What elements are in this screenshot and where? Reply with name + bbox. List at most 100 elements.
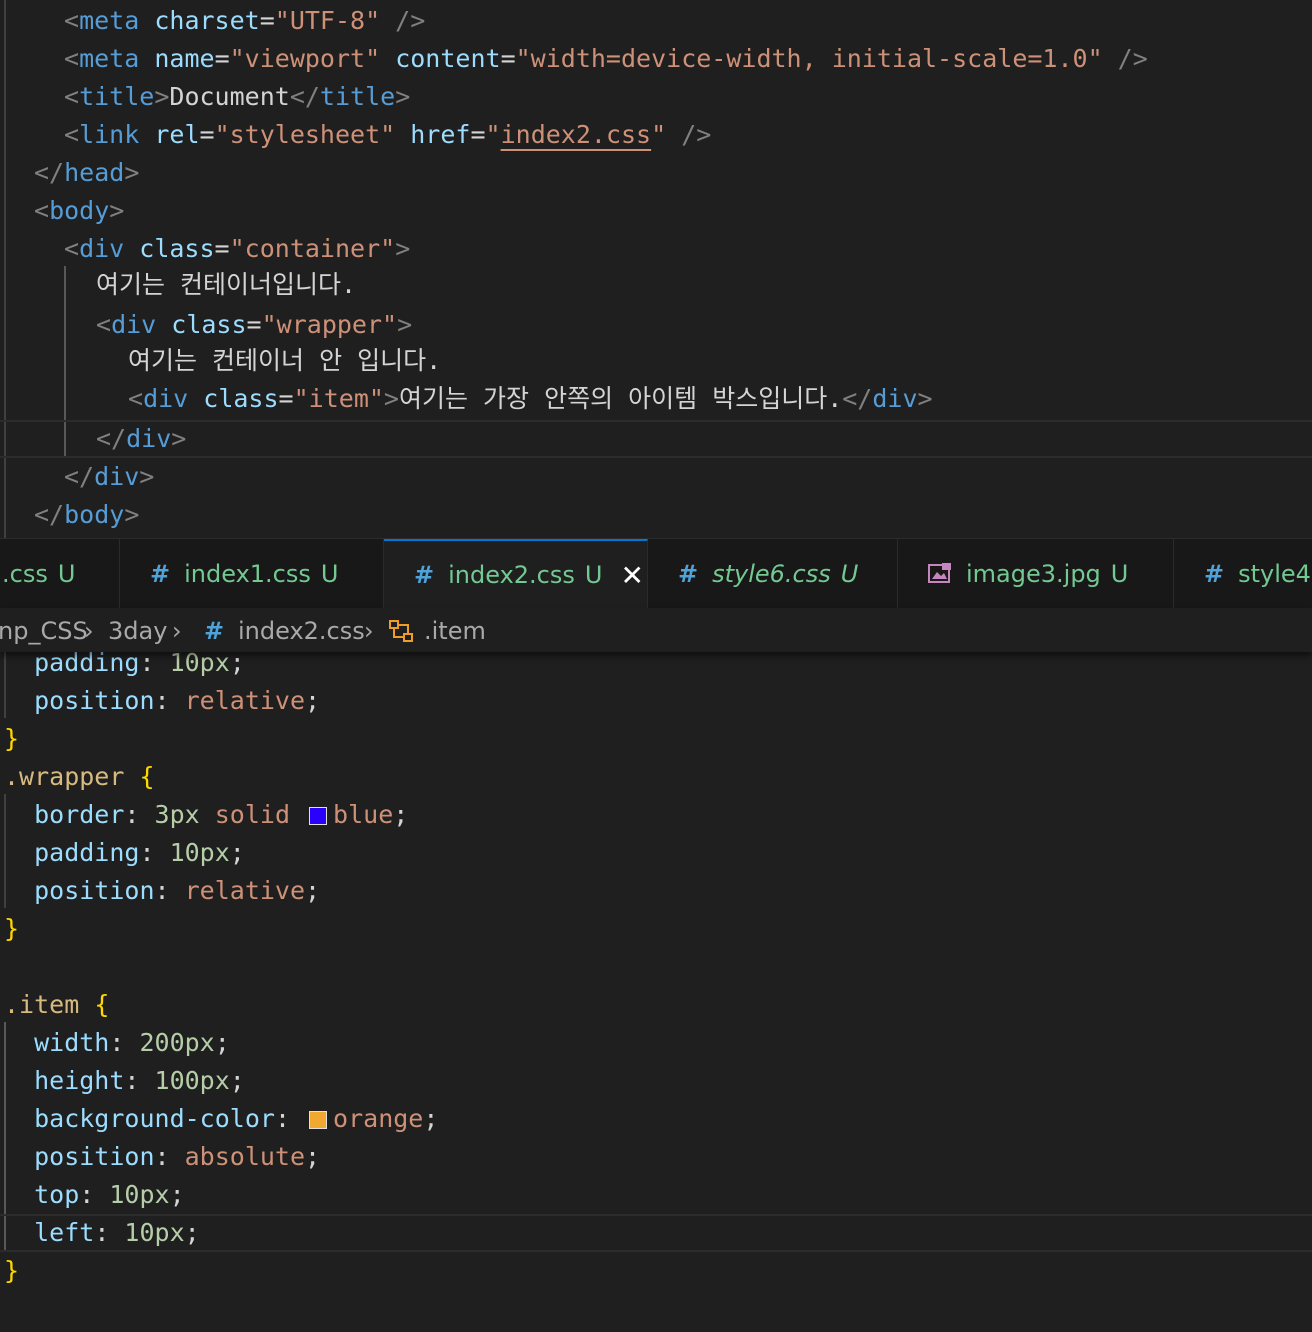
tab-style4-css[interactable]: # style4. [1174, 539, 1312, 608]
color-swatch[interactable] [309, 1111, 328, 1129]
code-token: = [214, 44, 230, 73]
code-token: padding [4, 652, 140, 677]
code-token: 10px [169, 838, 230, 867]
code-token: position [4, 876, 155, 905]
code-line[interactable]: </div> [0, 458, 1312, 496]
breadcrumb-file-index2-css[interactable]: index2.css [238, 608, 365, 654]
code-token: = [214, 234, 230, 263]
code-token: < [64, 82, 80, 111]
code-token: 여기는 컨테이너입니다. [96, 270, 357, 299]
code-token: : [274, 1104, 306, 1133]
code-token: </ [96, 424, 127, 453]
breadcrumb-symbol-item[interactable]: .item [424, 608, 486, 654]
code-line[interactable]: 여기는 컨테이너입니다. [0, 266, 1312, 304]
code-line[interactable]: padding: 10px; [0, 652, 1312, 682]
code-token: ; [229, 838, 245, 867]
code-token: < [96, 310, 112, 339]
code-line[interactable]: position: absolute; [0, 1138, 1312, 1176]
code-line[interactable]: position: relative; [0, 682, 1312, 720]
code-token: index2.css [500, 120, 652, 149]
color-swatch[interactable] [309, 807, 328, 825]
code-line[interactable]: <div class="container"> [0, 230, 1312, 268]
code-token: height [4, 1066, 125, 1095]
code-token: </ [64, 462, 95, 491]
code-token: title [79, 82, 155, 111]
breadcrumb-folder-3day[interactable]: 3day [108, 608, 167, 654]
tab-style6-css[interactable]: # style6.css U [648, 539, 898, 608]
tab-label: image3.jpg [966, 559, 1101, 588]
tab-partial-css[interactable]: .css U [0, 539, 120, 608]
code-line[interactable]: width: 200px; [0, 1024, 1312, 1062]
code-token: .wrapper [4, 762, 125, 791]
code-token: position [4, 1142, 155, 1171]
code-line[interactable]: } [0, 1252, 1312, 1290]
code-line[interactable]: </head> [0, 154, 1312, 192]
code-line[interactable]: <meta charset="UTF-8" /> [0, 2, 1312, 40]
code-token: position [4, 686, 155, 715]
code-token: name [154, 44, 215, 73]
code-token: ; [229, 652, 245, 677]
css-hash-icon: # [150, 559, 171, 588]
code-token: > [171, 424, 187, 453]
code-token: blue [333, 800, 394, 829]
code-token: Document [169, 82, 290, 111]
code-token: : [154, 686, 185, 715]
code-token: : [109, 1028, 140, 1057]
code-line[interactable]: left: 10px; [0, 1214, 1312, 1252]
code-token: > [139, 462, 155, 491]
code-token: } [4, 724, 20, 753]
code-token: ; [214, 1028, 230, 1057]
tab-index1-css[interactable]: # index1.css U [120, 539, 384, 608]
code-line[interactable]: top: 10px; [0, 1176, 1312, 1214]
untracked-badge: U [840, 559, 859, 588]
code-line[interactable]: </body> [0, 496, 1312, 534]
code-line[interactable]: <body> [0, 192, 1312, 230]
code-token: < [34, 196, 50, 225]
code-line[interactable]: } [0, 720, 1312, 758]
code-line[interactable]: <title>Document</title> [0, 78, 1312, 116]
code-line[interactable]: <div class="wrapper"> [0, 306, 1312, 344]
code-line[interactable]: padding: 10px; [0, 834, 1312, 872]
code-line[interactable]: } [0, 910, 1312, 948]
code-line[interactable]: <link rel="stylesheet" href="index2.css"… [0, 116, 1312, 154]
code-line[interactable]: height: 100px; [0, 1062, 1312, 1100]
code-token: href [410, 120, 471, 149]
html-editor-pane[interactable]: <meta charset="UTF-8" /> <meta name="view… [0, 0, 1312, 538]
image-icon [928, 562, 951, 583]
code-line[interactable]: 여기는 컨테이너 안 입니다. [0, 342, 1312, 380]
code-token: : [154, 876, 185, 905]
code-token: class [139, 234, 215, 263]
code-token: > [124, 500, 140, 529]
close-icon[interactable]: ✕ [620, 559, 643, 592]
code-token: charset [154, 6, 260, 35]
code-token: { [139, 762, 155, 791]
code-line[interactable]: <div class="item">여기는 가장 안쪽의 아이템 박스입니다.<… [0, 380, 1312, 418]
code-line[interactable]: .item { [0, 986, 1312, 1024]
css-editor-pane[interactable]: padding: 10px; position: relative;} .wrap… [0, 652, 1312, 1332]
code-token: relative [184, 686, 306, 715]
code-token: { [94, 990, 110, 1019]
code-token: "wrapper" [261, 310, 398, 339]
code-token: left [4, 1218, 95, 1247]
code-token: "viewport" [229, 44, 381, 73]
code-line[interactable]: <meta name="viewport" content="width=dev… [0, 40, 1312, 78]
code-line[interactable]: </div> [0, 420, 1312, 458]
code-line[interactable]: position: relative; [0, 872, 1312, 910]
tab-label: style6.css [712, 559, 831, 588]
breadcrumb-folder-np-css[interactable]: np_CSS [0, 608, 88, 654]
css-hash-icon: # [204, 617, 225, 645]
tab-image3-jpg[interactable]: image3.jpg U [898, 539, 1174, 608]
code-token: : [139, 652, 170, 677]
code-line[interactable]: border: 3px solid blue; [0, 796, 1312, 834]
tab-index2-css[interactable]: # index2.css U ✕ [384, 539, 648, 609]
code-line[interactable]: background-color: orange; [0, 1100, 1312, 1138]
untracked-badge: U [1110, 559, 1129, 588]
code-token: < [64, 234, 80, 263]
code-line[interactable] [0, 948, 1312, 986]
code-token: solid [199, 800, 306, 829]
code-line[interactable]: .wrapper { [0, 758, 1312, 796]
